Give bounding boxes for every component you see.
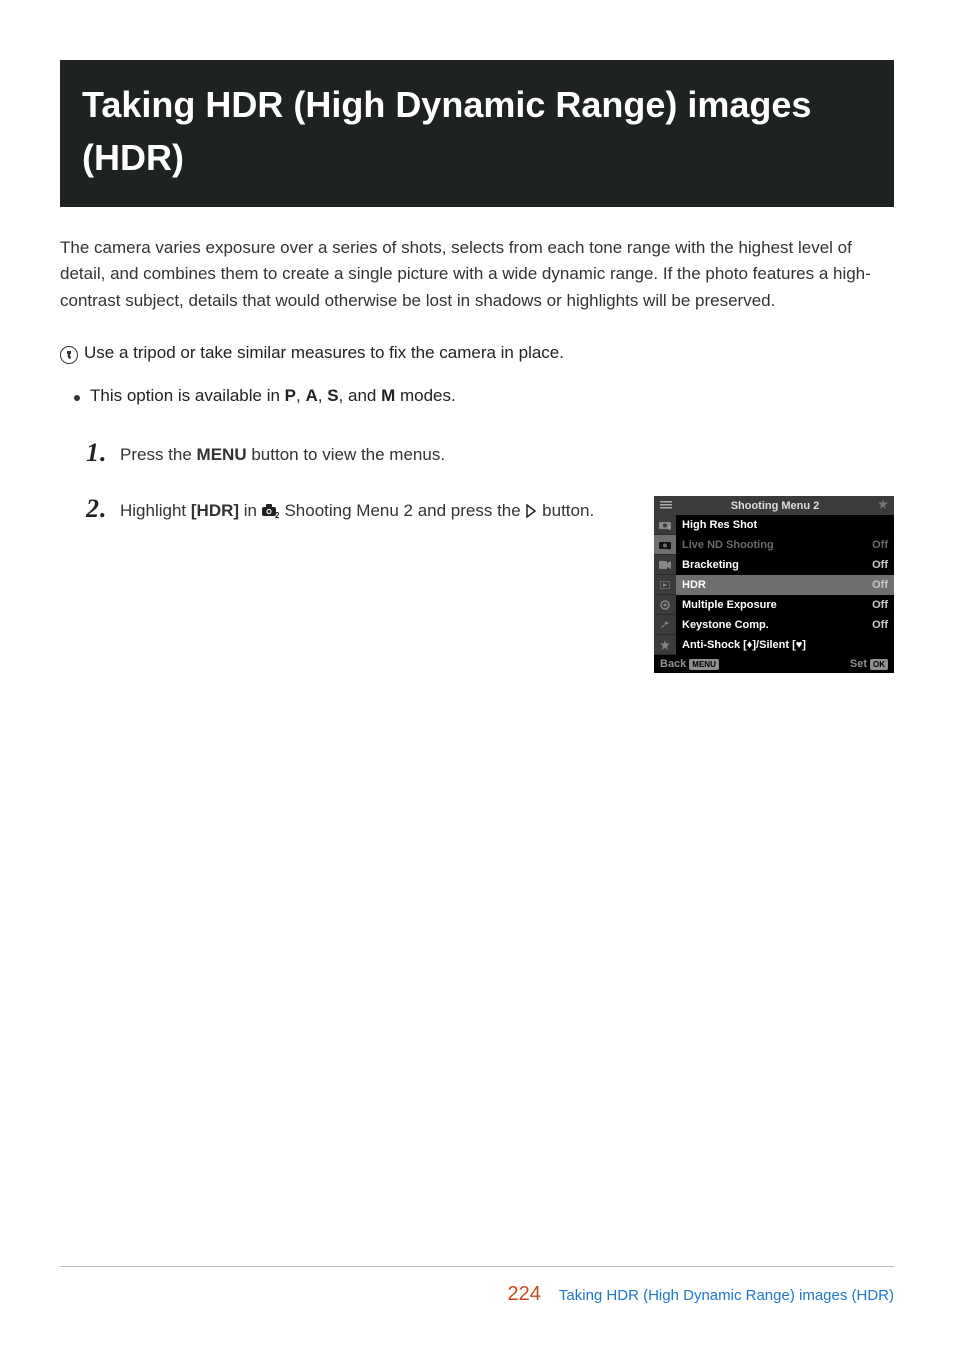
star-icon: [878, 499, 888, 512]
mode-m: M: [381, 386, 395, 405]
separator: ,: [318, 386, 327, 405]
menu-item-label: Multiple Exposure: [682, 599, 777, 611]
menu-item-live-nd[interactable]: Live ND Shooting Off: [676, 535, 894, 555]
info-icon: [60, 346, 78, 364]
mode-s: S: [327, 386, 338, 405]
step-2-body: Highlight [HDR] in 2 Shooting Menu 2 and…: [120, 496, 594, 524]
camera-menu-title: Shooting Menu 2: [672, 500, 878, 512]
menu-pill-icon: MENU: [689, 659, 719, 670]
camera-tab-star[interactable]: [654, 635, 676, 655]
step-2: 2. Highlight [HDR] in 2 Shooting Menu 2 …: [86, 496, 894, 673]
menu-item-label: High Res Shot: [682, 519, 757, 531]
menu-item-value: Off: [872, 559, 888, 571]
camera-menu-list: High Res Shot Live ND Shooting Off Bracke…: [676, 515, 894, 655]
intro-paragraph: The camera varies exposure over a series…: [60, 235, 894, 316]
mode-p: P: [285, 386, 296, 405]
camera2-icon: 2: [262, 500, 280, 526]
step-suffix2: button.: [537, 501, 594, 520]
menu-item-high-res-shot[interactable]: High Res Shot: [676, 515, 894, 535]
camera-menu-tabs: 1 2: [654, 515, 676, 655]
step-prefix: Press the: [120, 445, 197, 464]
camera-menu-header: Shooting Menu 2: [654, 496, 894, 515]
svg-text:2: 2: [668, 546, 671, 550]
menu-item-bracketing[interactable]: Bracketing Off: [676, 555, 894, 575]
menu-item-label: Bracketing: [682, 559, 739, 571]
step-1: 1. Press the MENU button to view the men…: [86, 440, 894, 468]
step-number: 1.: [86, 440, 112, 468]
menu-item-hdr[interactable]: HDR Off: [676, 575, 894, 595]
step-suffix: Shooting Menu 2 and press the: [280, 501, 526, 520]
svg-text:1: 1: [668, 526, 671, 530]
menu-item-value: Off: [872, 579, 888, 591]
bullet-prefix: This option is available in: [90, 386, 285, 405]
svg-text:2: 2: [275, 511, 280, 518]
page-title: Taking HDR (High Dynamic Range) images (…: [82, 78, 872, 185]
page-number: 224: [508, 1283, 541, 1306]
set-label: SetOK: [850, 658, 888, 670]
step-prefix: Highlight: [120, 501, 191, 520]
note-text: Use a tripod or take similar measures to…: [84, 343, 564, 363]
hamburger-icon: [660, 500, 672, 512]
camera-menu-footer: BackMENU SetOK: [654, 655, 894, 673]
back-label: BackMENU: [660, 658, 719, 670]
camera-menu-screenshot: Shooting Menu 2 1 2 High Res Shot: [654, 496, 894, 673]
footer-link[interactable]: Taking HDR (High Dynamic Range) images (…: [559, 1287, 894, 1304]
chevron-right-icon: [525, 500, 537, 526]
page-footer: 224 Taking HDR (High Dynamic Range) imag…: [60, 1266, 894, 1306]
menu-item-label: Live ND Shooting: [682, 539, 774, 551]
step-suffix: button to view the menus.: [247, 445, 445, 464]
hdr-option-ref: [HDR]: [191, 501, 239, 520]
camera-tab-video[interactable]: [654, 555, 676, 575]
menu-item-value: Off: [872, 619, 888, 631]
menu-item-anti-shock[interactable]: Anti-Shock [♦]/Silent [♥]: [676, 635, 894, 655]
menu-button-ref: MENU: [197, 445, 247, 464]
ok-pill-icon: OK: [870, 659, 888, 670]
menu-item-multiple-exposure[interactable]: Multiple Exposure Off: [676, 595, 894, 615]
step-mid: in: [239, 501, 262, 520]
menu-item-label: HDR: [682, 579, 706, 591]
menu-item-value: Off: [872, 599, 888, 611]
camera-tab-playback[interactable]: [654, 575, 676, 595]
bullet-dot-icon: [74, 395, 80, 401]
mode-a: A: [305, 386, 317, 405]
step-1-body: Press the MENU button to view the menus.: [120, 440, 445, 468]
separator: , and: [339, 386, 382, 405]
camera-tab-gear[interactable]: [654, 595, 676, 615]
menu-item-label: Anti-Shock [♦]/Silent [♥]: [682, 639, 806, 651]
bullet-row: This option is available in P, A, S, and…: [74, 386, 894, 406]
camera-tab-wrench[interactable]: [654, 615, 676, 635]
bullet-text: This option is available in P, A, S, and…: [90, 386, 456, 406]
step-number: 2.: [86, 496, 112, 524]
camera-tab-2[interactable]: 2: [654, 535, 676, 555]
page-title-block: Taking HDR (High Dynamic Range) images (…: [60, 60, 894, 207]
camera-tab-1[interactable]: 1: [654, 515, 676, 535]
bullet-suffix: modes.: [395, 386, 455, 405]
menu-item-keystone[interactable]: Keystone Comp. Off: [676, 615, 894, 635]
note-row: Use a tripod or take similar measures to…: [60, 343, 894, 364]
menu-item-label: Keystone Comp.: [682, 619, 769, 631]
menu-item-value: Off: [872, 539, 888, 551]
